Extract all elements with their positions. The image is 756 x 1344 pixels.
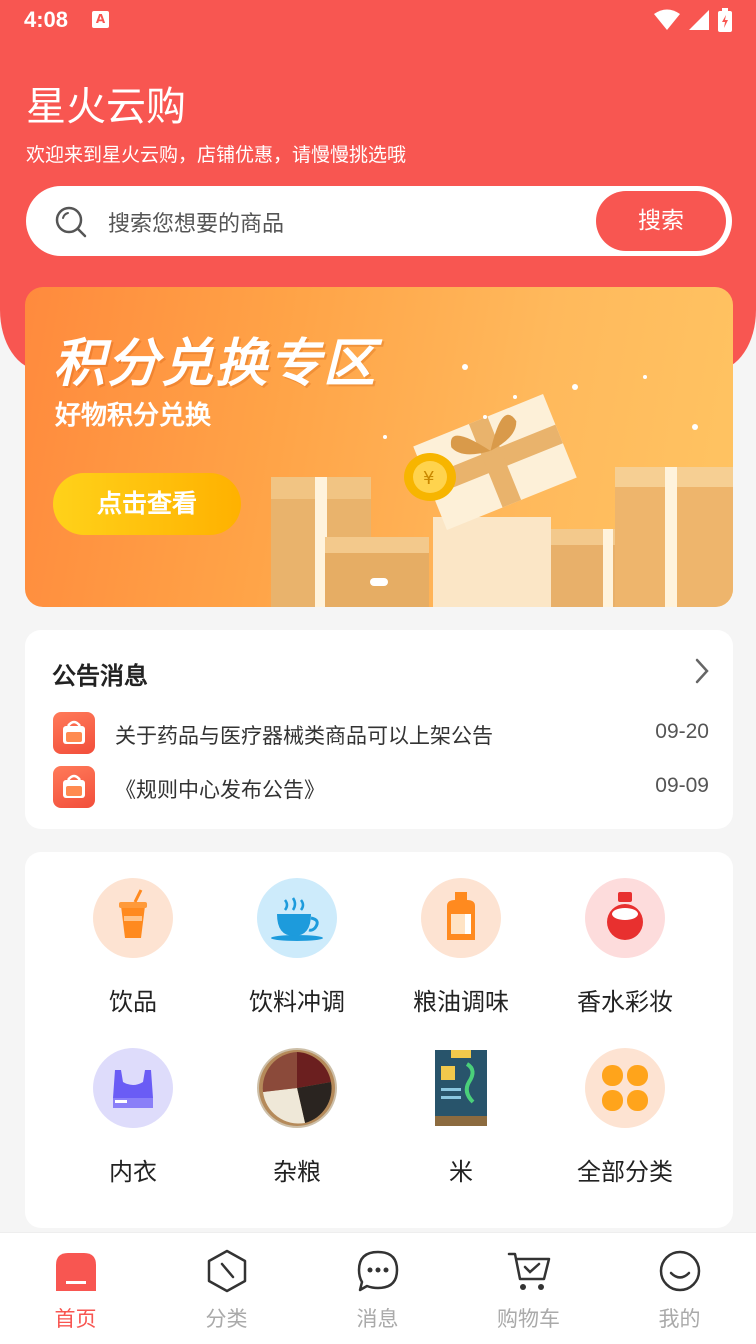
category-icon [207,1249,247,1293]
search-icon [55,206,87,238]
category-perfume[interactable]: 香水彩妆 [543,878,707,1028]
category-label: 香水彩妆 [577,988,673,1016]
battery-icon [718,8,732,32]
tab-messages[interactable]: 消息 [302,1233,453,1344]
home-icon [56,1253,96,1291]
category-drinks[interactable]: 饮品 [51,878,215,1028]
perfume-icon [585,878,665,958]
category-label: 杂粮 [273,1158,321,1186]
tab-cart[interactable]: 购物车 [453,1233,604,1344]
notice-item[interactable]: 《规则中心发布公告》 09-09 [53,766,709,808]
notice-card: 公告消息 关于药品与医疗器械类商品可以上架公告 09-20 《规则中心发布公告》… [25,630,733,829]
category-underwear[interactable]: 内衣 [51,1048,215,1198]
category-beverages[interactable]: 饮料冲调 [215,878,379,1028]
oil-bottle-icon [421,878,501,958]
grains-icon [257,1048,337,1128]
tab-home[interactable]: 首页 [0,1233,151,1344]
category-grid: 饮品 饮料冲调 粮油调味 香水彩妆 内衣 杂粮 米 全部分类 [25,852,733,1228]
tab-label: 首页 [54,1307,97,1331]
notice-title: 公告消息 [52,662,148,690]
search-bar[interactable]: 搜索您想要的商品 搜索 [26,186,732,256]
all-categories-icon [585,1048,665,1128]
rice-bag-icon [421,1048,501,1128]
gift-boxes-illustration: ¥ [271,364,733,607]
message-icon [357,1250,399,1292]
wifi-icon [654,9,680,30]
app-subtitle: 欢迎来到星火云购，店铺优惠，请慢慢挑选哦 [26,144,407,166]
banner-subtitle: 好物积分兑换 [55,401,212,431]
notice-text: 关于药品与医疗器械类商品可以上架公告 [115,724,493,748]
status-bar: 4:08 A [0,0,756,44]
app-title: 星火云购 [26,84,186,130]
category-grains[interactable]: 杂粮 [215,1048,379,1198]
tab-profile[interactable]: 我的 [604,1233,755,1344]
cart-icon [507,1252,551,1290]
category-label: 饮品 [109,988,157,1016]
category-label: 全部分类 [577,1158,673,1186]
notice-date: 09-09 [655,774,709,797]
search-button[interactable]: 搜索 [596,191,726,251]
tab-label: 分类 [205,1307,248,1331]
svg-text:¥: ¥ [423,468,434,489]
carousel-indicator[interactable] [370,578,388,586]
chevron-right-icon[interactable] [695,658,709,684]
tab-label: 购物车 [497,1307,560,1331]
underwear-icon [93,1048,173,1128]
shop-bag-icon [53,766,95,808]
category-grain-oil[interactable]: 粮油调味 [379,878,543,1028]
notice-date: 09-20 [655,720,709,743]
tab-label: 消息 [356,1307,399,1331]
shop-bag-icon [53,712,95,754]
category-label: 米 [449,1158,473,1186]
notice-text: 《规则中心发布公告》 [115,778,325,802]
notification-icon: A [92,11,109,28]
tab-category[interactable]: 分类 [151,1233,302,1344]
status-icons [654,8,732,32]
banner-view-button[interactable]: 点击查看 [53,473,241,535]
category-label: 内衣 [109,1158,157,1186]
category-label: 饮料冲调 [249,988,345,1016]
category-rice[interactable]: 米 [379,1048,543,1198]
search-input[interactable]: 搜索您想要的商品 [108,206,284,238]
category-all[interactable]: 全部分类 [543,1048,707,1198]
tab-label: 我的 [658,1307,701,1331]
signal-icon [689,10,709,30]
drink-cup-icon [93,878,173,958]
notice-item[interactable]: 关于药品与医疗器械类商品可以上架公告 09-20 [53,712,709,754]
points-banner[interactable]: 积分兑换专区 好物积分兑换 点击查看 ¥ [25,287,733,607]
profile-icon [659,1250,701,1292]
bottom-tab-bar: 首页 分类 消息 购物车 我的 [0,1232,756,1344]
category-label: 粮油调味 [413,988,509,1016]
coffee-cup-icon [257,878,337,958]
status-time: 4:08 [24,7,69,32]
